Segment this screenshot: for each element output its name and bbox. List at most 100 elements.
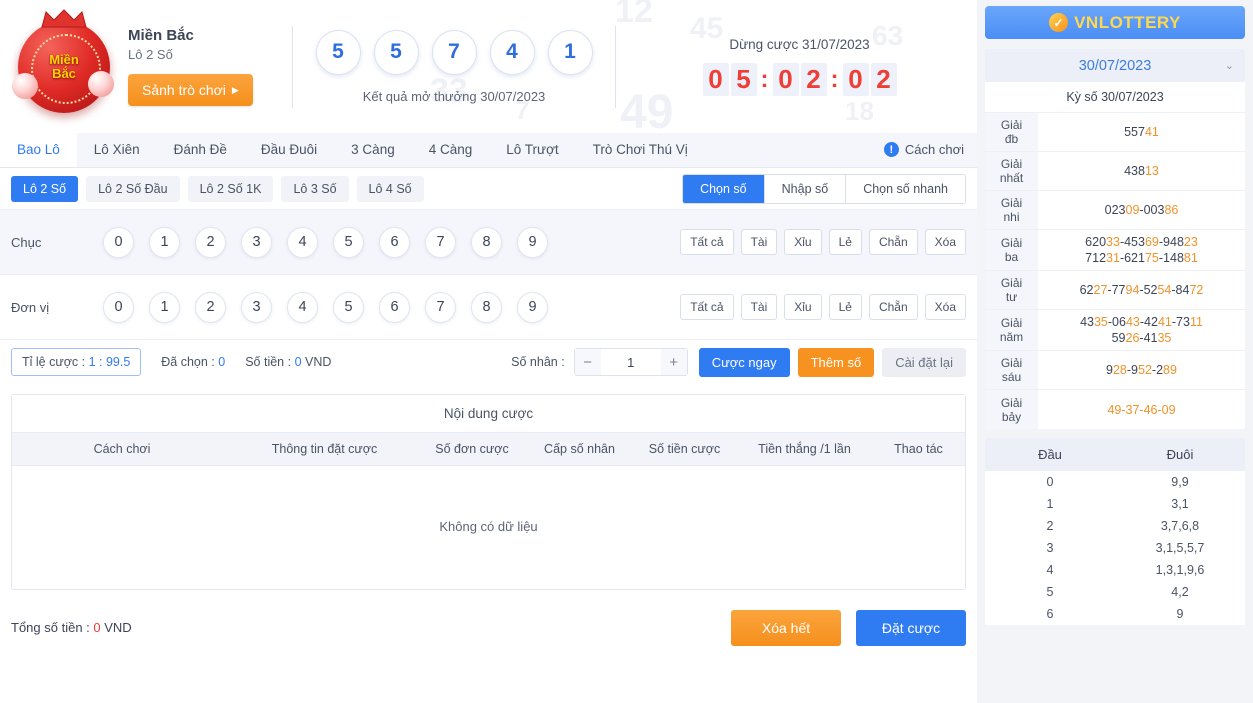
digit-button[interactable]: 8 <box>471 226 502 258</box>
countdown-label: Dừng cược 31/07/2023 <box>729 37 870 52</box>
action-chan[interactable]: Chẵn <box>868 294 918 320</box>
tab-dau-duoi[interactable]: Đầu Đuôi <box>244 132 334 167</box>
prize-row-bay: Giải bảy 49-37-46-09 <box>985 390 1245 429</box>
reset-settings-button[interactable]: Cài đặt lại <box>882 347 966 377</box>
input-mode-segmented-control: Chọn số Nhập số Chọn số nhanh <box>682 173 966 204</box>
action-xiu[interactable]: Xỉu <box>784 294 822 320</box>
tab-bao-lo[interactable]: Bao Lô <box>0 132 77 167</box>
prize-row-db: Giải đb 55741 <box>985 113 1245 152</box>
prize-name: Giải nhất <box>985 152 1038 190</box>
digit-button[interactable]: 0 <box>103 226 134 258</box>
lobby-button[interactable]: Sảnh trò chơi ▶ <box>128 74 253 106</box>
chevron-down-icon: ⌄ <box>1224 60 1234 72</box>
digit-button[interactable]: 5 <box>333 226 364 258</box>
digit-button[interactable]: 8 <box>471 291 502 323</box>
tab-tro-choi-thu-vi[interactable]: Trò Chơi Thú Vị <box>576 132 705 167</box>
action-tat-ca[interactable]: Tất cả <box>680 229 734 255</box>
add-number-button[interactable]: Thêm số <box>797 347 875 377</box>
amount-value: 0 <box>294 355 302 369</box>
place-bet-button[interactable]: Đặt cược <box>856 609 966 646</box>
result-ball: 5 <box>315 29 361 75</box>
app-root: 12 49 33 45 63 18 7 Miền Bắc Miền Bắc Lô… <box>0 0 1253 703</box>
digit-button[interactable]: 7 <box>425 291 456 323</box>
period-label: Kỳ số 30/07/2023 <box>985 82 1245 113</box>
duoi-column-header: Đuôi <box>1166 447 1194 462</box>
digit-group-chuc: 0 1 2 3 4 5 6 7 8 9 <box>103 226 548 258</box>
how-to-play-link[interactable]: ! Cách chơi <box>883 142 964 157</box>
digit-button[interactable]: 0 <box>103 291 134 323</box>
digit-button[interactable]: 4 <box>287 226 318 258</box>
date-selector[interactable]: 30/07/2023 ⌄ <box>985 49 1245 82</box>
action-xiu[interactable]: Xỉu <box>784 229 822 255</box>
selected-date: 30/07/2023 <box>1078 57 1152 74</box>
action-tai[interactable]: Tài <box>740 294 778 320</box>
tab-danh-de[interactable]: Đánh Đề <box>157 132 244 167</box>
action-chan[interactable]: Chẵn <box>868 229 918 255</box>
digit-button[interactable]: 9 <box>517 226 548 258</box>
subtab-lo-4-so[interactable]: Lô 4 Số <box>356 175 424 202</box>
digit-button[interactable]: 1 <box>149 226 180 258</box>
multiplier-increment-button[interactable]: + <box>660 349 687 375</box>
digit-button[interactable]: 1 <box>149 291 180 323</box>
dau-value: 0 <box>1046 475 1054 489</box>
prize-row-tu: Giải tư 62 27 -77 94 -52 54 -84 72 <box>985 271 1245 310</box>
subtab-lo-3-so[interactable]: Lô 3 Số <box>281 175 349 202</box>
digit-button[interactable]: 2 <box>195 291 226 323</box>
countdown-column: Dừng cược 31/07/2023 0 5 : 0 2 : 0 2 <box>622 37 977 96</box>
multiplier-decrement-button[interactable]: − <box>574 349 601 375</box>
prize-name-line2: ba <box>1004 250 1019 264</box>
dau-value: 3 <box>1046 541 1054 555</box>
digit-button[interactable]: 5 <box>333 291 364 323</box>
action-le[interactable]: Lẻ <box>828 294 862 320</box>
digit-button[interactable]: 3 <box>241 226 272 258</box>
tab-lo-xien[interactable]: Lô Xiên <box>77 132 157 167</box>
digit-button[interactable]: 9 <box>517 291 548 323</box>
subtab-lo-2-so-1k[interactable]: Lô 2 Số 1K <box>187 175 274 202</box>
mode-nhap-so[interactable]: Nhập số <box>764 174 847 203</box>
action-le[interactable]: Lẻ <box>828 229 862 255</box>
digit-button[interactable]: 2 <box>195 226 226 258</box>
duoi-value: 9 <box>1176 607 1184 621</box>
number-row-don-vi: Đơn vị 0 1 2 3 4 5 6 7 8 9 Tất cả Tài Xỉ… <box>0 274 977 339</box>
total-amount: Tổng số tiền : 0 VND <box>11 620 132 635</box>
action-xoa[interactable]: Xóa <box>924 229 966 255</box>
digit-button[interactable]: 6 <box>379 291 410 323</box>
multiplier-stepper: − + <box>573 348 688 376</box>
action-xoa[interactable]: Xóa <box>924 294 966 320</box>
tab-4-cang[interactable]: 4 Càng <box>412 132 490 167</box>
header-divider <box>292 25 293 108</box>
prize-name-line1: Giải <box>1000 316 1023 330</box>
mode-chon-so-nhanh[interactable]: Chọn số nhanh <box>846 174 965 203</box>
prize-value: 9 28 -9 52 -2 89 <box>1106 363 1177 377</box>
bet-content-table: Nội dung cược Cách chơi Thông tin đặt cư… <box>11 394 966 590</box>
info-icon: ! <box>883 142 899 157</box>
subtab-lo-2-so[interactable]: Lô 2 Số <box>11 175 79 202</box>
multiplier-input[interactable] <box>600 349 661 375</box>
action-tat-ca[interactable]: Tất cả <box>680 294 734 320</box>
digit-button[interactable]: 7 <box>425 226 456 258</box>
prize-value: 43813 <box>1038 152 1245 190</box>
brand-name: VNLOTTERY <box>1074 12 1181 32</box>
prize-row-nam: Giải năm 4335-0643-4241-7311 5926-4135 <box>985 310 1245 351</box>
subtab-lo-2-so-dau[interactable]: Lô 2 Số Đầu <box>86 175 180 202</box>
prize-name-line1: Giải <box>1000 157 1023 171</box>
mini-ball-icon <box>88 70 114 97</box>
prize-name-line1: Giải <box>1000 118 1023 132</box>
prize-value: 55741 <box>1038 113 1245 151</box>
total-label: Tổng số tiền : <box>11 620 94 635</box>
tab-lo-truot[interactable]: Lô Trượt <box>489 132 575 167</box>
bet-now-button[interactable]: Cược ngay <box>698 347 790 377</box>
action-tai[interactable]: Tài <box>740 229 778 255</box>
logo-line-2: Bắc <box>52 65 76 81</box>
clear-all-button[interactable]: Xóa hết <box>731 609 841 646</box>
title-column: Miền Bắc Lô 2 Số Sảnh trò chơi ▶ <box>128 27 286 106</box>
prize-name-line1: Giải <box>1000 196 1023 210</box>
mode-chon-so[interactable]: Chọn số <box>683 174 765 203</box>
dau-value: 5 <box>1046 585 1054 599</box>
digit-button[interactable]: 3 <box>241 291 272 323</box>
digit-button[interactable]: 6 <box>379 226 410 258</box>
digit-button[interactable]: 4 <box>287 291 318 323</box>
tab-3-cang[interactable]: 3 Càng <box>334 132 412 167</box>
result-balls: 5 5 7 4 1 <box>299 29 609 75</box>
empty-state-text: Không có dữ liệu <box>439 519 538 534</box>
